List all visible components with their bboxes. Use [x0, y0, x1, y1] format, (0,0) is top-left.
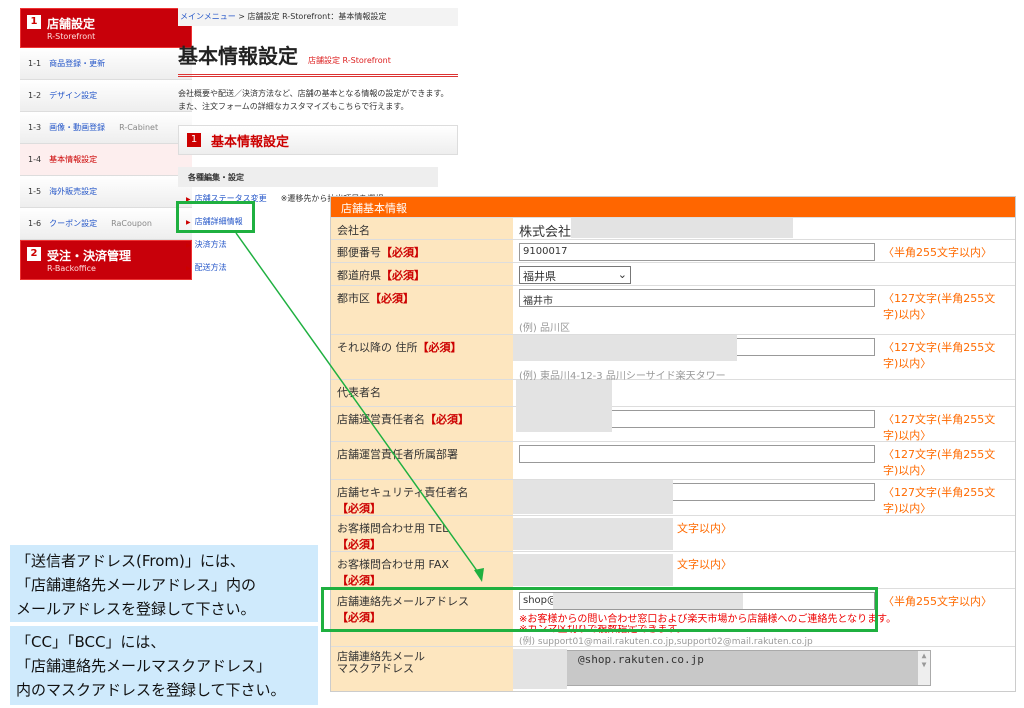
callout-line: 「店舗連絡先メールアドレス」内の — [16, 576, 257, 594]
redaction — [516, 380, 612, 432]
callout-line: 「店舗連絡先メールマスクアドレス」 — [16, 657, 272, 675]
callout-line: 「CC」「BCC」には、 — [16, 633, 166, 651]
callout-cc-bcc: 「CC」「BCC」には、「店舗連絡先メールマスクアドレス」 内のマスクアドレスを登… — [10, 626, 318, 705]
callout-from: 「送信者アドレス(From)」には、 「店舗連絡先メールアドレス」内の メールアドレ… — [10, 545, 318, 622]
callout-line: メールアドレスを登録して下さい。 — [16, 600, 256, 618]
callout-line: 「送信者アドレス(From)」には、 — [16, 552, 245, 570]
arrow-head-icon — [474, 568, 484, 582]
callout-line: 内のマスクアドレスを登録して下さい。 — [16, 681, 286, 699]
